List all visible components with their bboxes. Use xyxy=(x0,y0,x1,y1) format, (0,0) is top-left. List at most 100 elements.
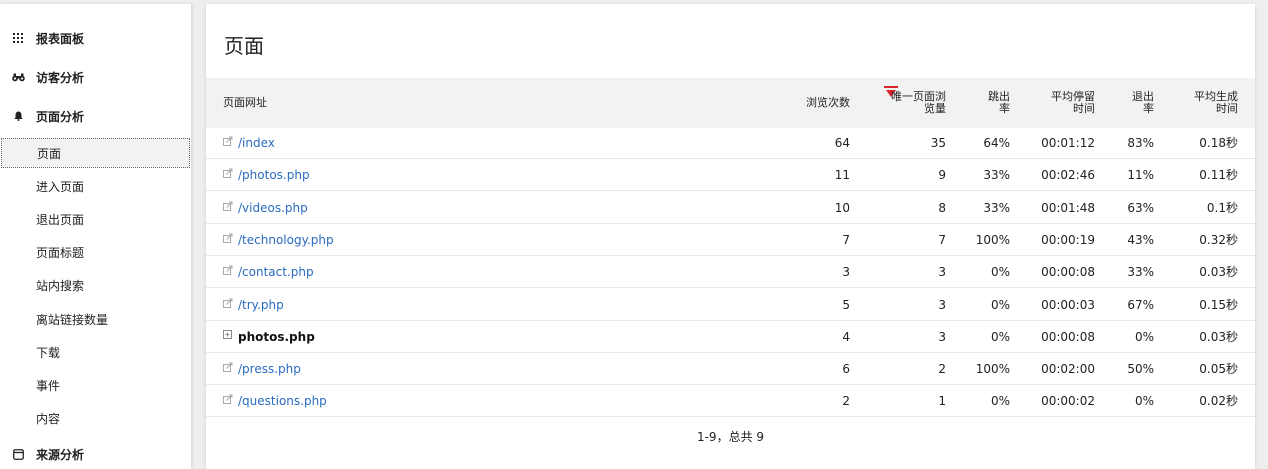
url-link[interactable]: /try.php xyxy=(238,289,284,321)
sidebar-item-label: 离站链接数量 xyxy=(36,312,109,327)
sidebar: 报表面板 访客分析 页面分析 页面 进入页面 退出页面 页面标题 站内搜索 离站… xyxy=(0,4,191,469)
column-header-avg-time-line2: 时间 xyxy=(1073,102,1095,115)
cell-gen-time: 0.32秒 xyxy=(1199,232,1238,247)
table-row[interactable]: /contact.php 3 3 0% 00:00:08 33% 0.03秒 xyxy=(206,256,1255,289)
cell-avg-time: 00:02:00 xyxy=(1041,362,1095,377)
external-link-icon[interactable] xyxy=(223,201,233,211)
sidebar-item-label: 退出页面 xyxy=(36,212,85,227)
cell-avg-time: 00:01:12 xyxy=(1041,136,1095,150)
cell-exit-rate: 0% xyxy=(1134,329,1154,344)
sidebar-item-outlinks[interactable]: 离站链接数量 xyxy=(0,304,191,334)
url-group-label[interactable]: photos.php xyxy=(238,321,315,353)
sidebar-item-site-search[interactable]: 站内搜索 xyxy=(0,270,191,300)
column-header-exit-rate[interactable]: 退出 率 xyxy=(1106,91,1154,115)
column-header-exit-line2: 率 xyxy=(1143,102,1154,115)
sidebar-item-entry-pages[interactable]: 进入页面 xyxy=(0,171,191,201)
column-header-avg-time[interactable]: 平均停留 时间 xyxy=(1016,91,1095,115)
cell-exit-rate: 63% xyxy=(1127,200,1154,215)
sidebar-category-dashboard[interactable]: 报表面板 xyxy=(0,23,191,53)
external-link-icon[interactable] xyxy=(223,136,233,146)
table-row[interactable]: /technology.php 7 7 100% 00:00:19 43% 0.32秒 xyxy=(206,224,1255,256)
cell-url: /videos.php xyxy=(223,192,308,224)
cell-unique-views: 3 xyxy=(938,297,946,312)
sidebar-item-pages[interactable]: 页面 xyxy=(1,138,190,168)
cell-exit-rate: 43% xyxy=(1127,232,1154,247)
sidebar-item-page-titles[interactable]: 页面标题 xyxy=(0,237,191,267)
sidebar-item-events[interactable]: 事件 xyxy=(0,370,191,400)
table-row[interactable]: /press.php 6 2 100% 00:02:00 50% 0.05秒 xyxy=(206,353,1255,386)
table-row[interactable]: /try.php 5 3 0% 00:00:03 67% 0.15秒 xyxy=(206,289,1255,321)
url-link[interactable]: /contact.php xyxy=(238,256,314,288)
cell-exit-rate: 50% xyxy=(1127,362,1154,377)
cell-views: 7 xyxy=(842,232,850,247)
cell-bounce-rate: 33% xyxy=(983,200,1010,215)
cell-avg-time: 00:00:08 xyxy=(1041,265,1095,280)
cell-url: /questions.php xyxy=(223,385,327,417)
cell-unique-views: 9 xyxy=(938,168,946,183)
sidebar-category-label: 访客分析 xyxy=(36,70,85,85)
cell-views: 10 xyxy=(834,200,850,215)
cell-bounce-rate: 64% xyxy=(983,136,1010,150)
sidebar-item-label: 页面 xyxy=(37,146,62,161)
cell-views: 4 xyxy=(842,329,850,344)
url-link[interactable]: /videos.php xyxy=(238,192,308,224)
url-link[interactable]: /photos.php xyxy=(238,159,310,191)
column-header-gen-time-line2: 时间 xyxy=(1216,102,1238,115)
sidebar-item-downloads[interactable]: 下载 xyxy=(0,337,191,367)
cell-avg-time: 00:00:03 xyxy=(1041,297,1095,312)
sidebar-category-visitors[interactable]: 访客分析 xyxy=(0,62,191,92)
window-icon xyxy=(0,448,36,460)
external-link-icon[interactable] xyxy=(223,362,233,373)
column-header-views[interactable]: 浏览次数 xyxy=(766,97,850,109)
cell-views: 2 xyxy=(842,394,850,409)
cell-bounce-rate: 0% xyxy=(990,394,1010,409)
url-link[interactable]: /press.php xyxy=(238,353,301,385)
cell-avg-time: 00:02:46 xyxy=(1041,168,1095,183)
sidebar-item-contents[interactable]: 内容 xyxy=(0,403,191,433)
cell-avg-time: 00:00:19 xyxy=(1041,232,1095,247)
table-row[interactable]: /index 64 35 64% 00:01:12 83% 0.18秒 xyxy=(206,127,1255,159)
cell-bounce-rate: 100% xyxy=(975,232,1010,247)
cell-avg-time: 00:00:08 xyxy=(1041,329,1095,344)
sidebar-item-exit-pages[interactable]: 退出页面 xyxy=(0,204,191,234)
external-link-icon[interactable] xyxy=(223,298,233,308)
url-link[interactable]: /questions.php xyxy=(238,385,327,417)
external-link-icon[interactable] xyxy=(223,233,233,243)
table-row[interactable]: /questions.php 2 1 0% 00:00:02 0% 0.02秒 xyxy=(206,385,1255,418)
report-title: 页面 xyxy=(224,34,264,58)
cell-views: 6 xyxy=(842,362,850,377)
sidebar-category-pages[interactable]: 页面分析 xyxy=(0,101,191,131)
table-row[interactable]: /photos.php 11 9 33% 00:02:46 11% 0.11秒 xyxy=(206,159,1255,192)
sidebar-category-label: 页面分析 xyxy=(36,109,85,124)
sidebar-category-referrers[interactable]: 来源分析 xyxy=(0,439,191,469)
column-header-gen-time[interactable]: 平均生成 时间 xyxy=(1166,91,1238,115)
external-link-icon[interactable] xyxy=(223,265,233,276)
sidebar-item-label: 事件 xyxy=(36,378,61,393)
bell-icon xyxy=(0,111,36,121)
cell-exit-rate: 83% xyxy=(1127,136,1154,150)
table-row[interactable]: /videos.php 10 8 33% 00:01:48 63% 0.1秒 xyxy=(206,192,1255,224)
cell-bounce-rate: 33% xyxy=(983,168,1010,183)
sidebar-item-label: 站内搜索 xyxy=(36,278,85,293)
cell-exit-rate: 0% xyxy=(1134,394,1154,409)
cell-exit-rate: 67% xyxy=(1127,297,1154,312)
cell-views: 3 xyxy=(842,265,850,280)
url-link[interactable]: /index xyxy=(238,127,275,159)
expand-plus-icon[interactable] xyxy=(223,329,233,340)
report-card: 页面 页面网址 浏览次数 唯一页面浏 览量 跳出 率 平均停留 时间 退出 率 … xyxy=(206,4,1255,469)
dashboard-grid-icon xyxy=(0,33,36,43)
external-link-icon[interactable] xyxy=(223,394,233,405)
cell-views: 11 xyxy=(834,168,850,183)
cell-views: 5 xyxy=(842,297,850,312)
cell-unique-views: 8 xyxy=(938,200,946,215)
external-link-icon[interactable] xyxy=(223,168,233,179)
table-row[interactable]: photos.php 4 3 0% 00:00:08 0% 0.03秒 xyxy=(206,321,1255,353)
column-header-unique-views[interactable]: 唯一页面浏 览量 xyxy=(866,91,946,115)
sidebar-item-label: 内容 xyxy=(36,411,61,426)
cell-url: /photos.php xyxy=(223,159,310,191)
column-header-bounce-rate[interactable]: 跳出 率 xyxy=(950,91,1010,115)
column-header-url[interactable]: 页面网址 xyxy=(223,97,267,109)
url-link[interactable]: /technology.php xyxy=(238,224,334,256)
sidebar-category-label: 来源分析 xyxy=(36,447,85,462)
cell-url: /press.php xyxy=(223,353,301,385)
